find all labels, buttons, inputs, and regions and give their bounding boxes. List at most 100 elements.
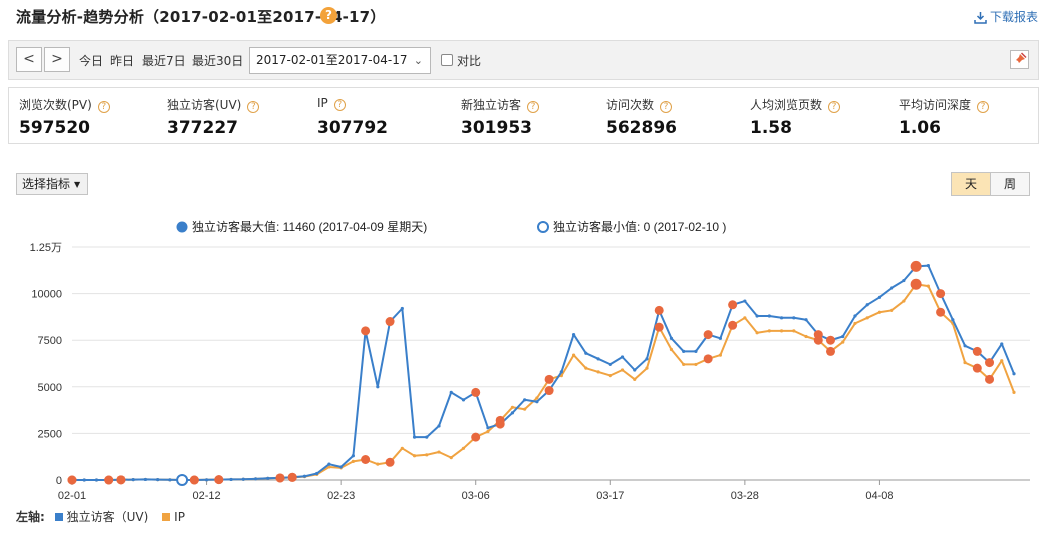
trend-chart: 0 2500 5000 7500 10000 1.25万 02-01 02-12 02-23 03…: [30, 219, 1030, 502]
ip-event-marker: [936, 307, 946, 317]
help-icon[interactable]: ?: [977, 101, 990, 113]
uv-event-marker: [385, 317, 395, 327]
uv-event-marker: [544, 386, 554, 396]
help-icon[interactable]: ?: [97, 101, 110, 113]
compare-checkbox[interactable]: [441, 54, 453, 66]
uv-event-marker: [985, 358, 995, 368]
uv-point: [400, 306, 404, 311]
help-icon[interactable]: ?: [828, 101, 841, 113]
uv-point: [461, 398, 466, 402]
uv-point: [669, 336, 674, 340]
uv-point: [694, 349, 698, 353]
granularity-week-button[interactable]: 周: [991, 173, 1029, 195]
ip-legend-label[interactable]: IP: [174, 510, 185, 524]
uv-point: [535, 400, 539, 404]
quick-range-today[interactable]: 今日: [79, 52, 103, 69]
ip-point: [510, 405, 515, 409]
uv-point: [804, 318, 808, 322]
uv-point: [767, 314, 771, 318]
ip-event-marker: [703, 354, 713, 364]
x-tick-label: 02-23: [327, 490, 355, 502]
ip-event-marker: [985, 374, 995, 384]
granularity-day-button[interactable]: 天: [952, 173, 991, 195]
ip-point: [425, 453, 429, 457]
next-period-button[interactable]: >: [44, 47, 70, 72]
uv-legend-label[interactable]: 独立访客（UV): [67, 510, 149, 524]
y-tick-label: 2500: [38, 428, 62, 440]
help-icon[interactable]: ?: [333, 99, 346, 111]
uv-point: [755, 314, 759, 318]
uv-event-marker: [972, 346, 982, 356]
ip-point: [792, 329, 796, 333]
metric-value: 597520: [19, 118, 90, 138]
ip-point: [412, 454, 417, 458]
ip-point: [767, 329, 771, 333]
uv-point: [437, 424, 441, 428]
uv-point: [168, 478, 172, 482]
x-tick-label: 04-08: [865, 490, 893, 502]
metrics-panel: 浏览次数(PV)? 597520 独立访客(UV)? 377227 IP? 30…: [8, 87, 1039, 144]
uv-point: [523, 398, 527, 402]
date-range-select[interactable]: 2017-02-01至2017-04-17 ⌄: [249, 47, 431, 74]
ip-point: [718, 353, 722, 357]
ip-event-marker: [972, 363, 982, 373]
y-tick-label: 0: [56, 475, 62, 487]
ip-event-marker: [544, 374, 554, 384]
uv-point: [559, 370, 563, 374]
metric-label: 浏览次数(PV): [19, 98, 92, 112]
ip-point: [461, 446, 466, 450]
ip-point: [645, 366, 649, 370]
uv-event-marker: [67, 475, 77, 485]
uv-point: [951, 318, 955, 322]
max-legend-label: 独立访客最大值: 11460 (2017-04-09 星期天): [192, 219, 427, 234]
ip-point: [608, 374, 612, 378]
select-metric-dropdown[interactable]: 选择指标 ▼: [16, 173, 88, 195]
metric-value: 377227: [167, 118, 238, 138]
select-metric-label: 选择指标: [22, 177, 71, 191]
uv-point: [792, 316, 796, 320]
download-report-link[interactable]: 下载报表: [974, 8, 1038, 27]
download-label: 下载报表: [989, 10, 1038, 24]
uv-point: [82, 478, 86, 482]
uv-point: [327, 462, 331, 466]
help-icon[interactable]: ?: [320, 7, 337, 24]
uv-point: [841, 334, 845, 339]
uv-event-marker: [910, 260, 922, 272]
help-icon[interactable]: ?: [247, 101, 260, 113]
uv-event-marker: [654, 305, 664, 315]
ip-point: [351, 459, 355, 463]
quick-range-yesterday[interactable]: 昨日: [110, 52, 134, 69]
ip-event-marker: [728, 320, 738, 330]
ip-point: [902, 299, 906, 303]
metric-label: 平均访问深度: [899, 98, 972, 112]
y-tick-label: 7500: [38, 335, 62, 347]
date-toolbar: < > 今日 昨日 最近7日 最近30日 2017-02-01至2017-04-…: [8, 40, 1039, 80]
uv-point: [339, 465, 343, 469]
ip-point: [584, 366, 588, 370]
metric-label: 访问次数: [606, 98, 655, 112]
compare-label[interactable]: 对比: [457, 52, 481, 69]
uv-point: [486, 426, 490, 430]
uv-event-marker: [287, 472, 297, 482]
metric-value: 1.58: [750, 118, 792, 138]
uv-event-marker: [825, 335, 835, 345]
uv-event-marker: [275, 473, 285, 483]
uv-point: [682, 349, 686, 353]
uv-point: [718, 336, 722, 340]
uv-event-marker: [116, 475, 126, 485]
ip-point: [449, 456, 453, 460]
help-icon[interactable]: ?: [527, 101, 540, 113]
uv-point: [241, 477, 245, 481]
uv-point: [253, 477, 258, 481]
pin-icon[interactable]: [1010, 50, 1029, 69]
uv-point: [315, 471, 319, 476]
quick-range-30days[interactable]: 最近30日: [192, 52, 243, 69]
uv-point: [1012, 372, 1016, 376]
uv-event-marker: [813, 330, 823, 340]
help-icon[interactable]: ?: [660, 101, 673, 113]
ip-point: [596, 370, 600, 374]
prev-period-button[interactable]: <: [16, 47, 42, 72]
min-legend-label: 独立访客最小值: 0 (2017-02-10 ): [553, 219, 726, 234]
ip-event-marker: [361, 454, 371, 464]
quick-range-7days[interactable]: 最近7日: [142, 52, 186, 69]
